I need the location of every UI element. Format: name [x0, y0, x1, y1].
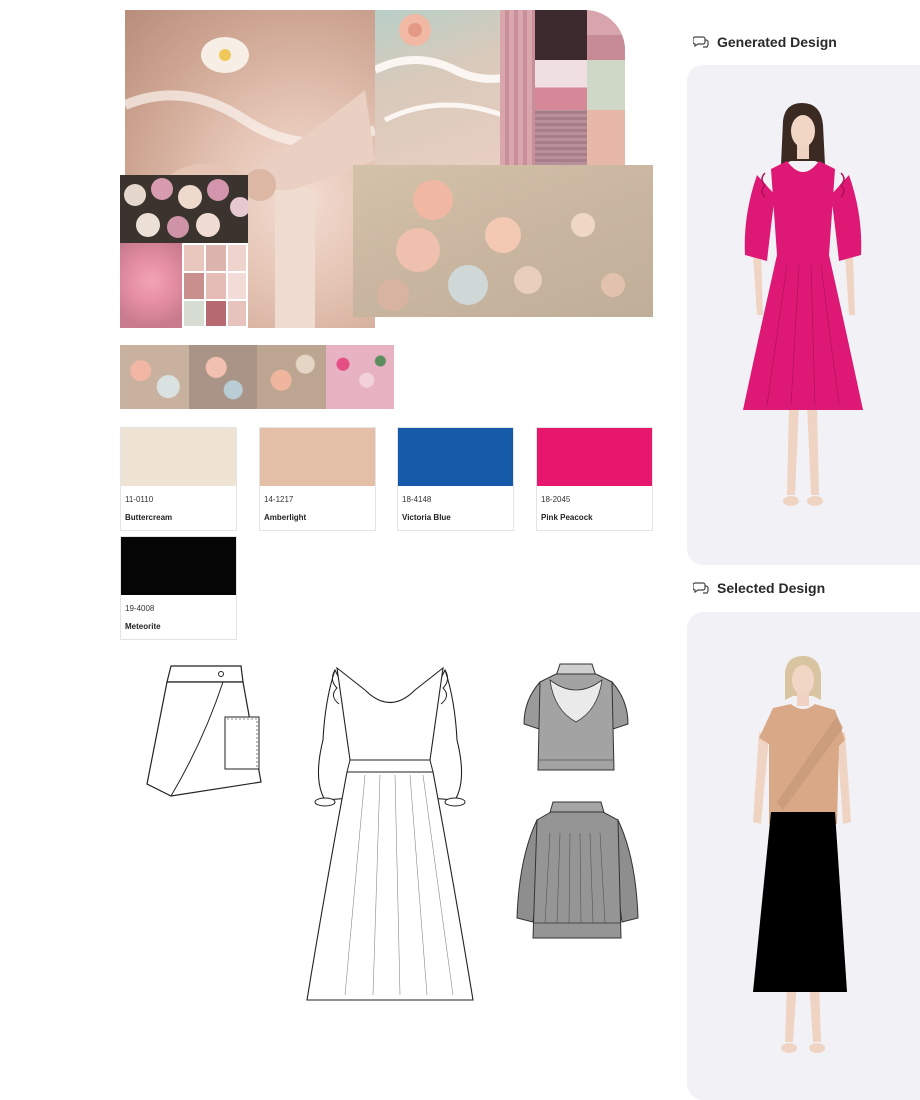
color-chip: [121, 428, 236, 486]
pattern-thumbnail[interactable]: [120, 345, 189, 409]
color-name: Meteorite: [125, 622, 161, 631]
blouse-flat-sketch: [523, 663, 629, 771]
dress-flat-sketch: [306, 666, 474, 1001]
selected-design-header: Selected Design: [693, 580, 825, 596]
moodboard-pink-swatches: [182, 243, 248, 328]
color-chip: [537, 428, 652, 486]
pleated-blouse-flat-sketch: [516, 801, 639, 939]
pattern-thumbnail[interactable]: [188, 345, 257, 409]
generated-design-title: Generated Design: [717, 34, 837, 50]
color-card[interactable]: 19-4008 Meteorite: [120, 536, 237, 640]
moodboard-mini-grid: [535, 10, 625, 165]
color-card[interactable]: 11-0110 Buttercream: [120, 427, 237, 531]
pattern-thumbnail[interactable]: [325, 345, 394, 409]
color-chip: [398, 428, 513, 486]
color-name: Pink Peacock: [541, 513, 593, 522]
pattern-thumbnail-strip: [120, 345, 394, 409]
color-card[interactable]: 18-2045 Pink Peacock: [536, 427, 653, 531]
generated-design-card[interactable]: [687, 65, 920, 565]
wrap-skirt-flat-sketch: [146, 665, 262, 797]
color-code: 18-2045: [541, 495, 571, 504]
moodboard-collage: [120, 10, 655, 330]
color-name: Buttercream: [125, 513, 173, 522]
selected-design-title: Selected Design: [717, 580, 826, 596]
color-name: Amberlight: [264, 513, 307, 522]
color-code: 18-4148: [402, 495, 432, 504]
moodboard-knit-image: [500, 10, 535, 165]
selected-design-card[interactable]: [687, 612, 920, 1100]
color-card[interactable]: 14-1217 Amberlight: [259, 427, 376, 531]
generated-design-model: [743, 103, 863, 506]
chat-bubbles-icon: [693, 582, 709, 594]
color-chip: [260, 428, 375, 486]
selected-design-model: [753, 656, 851, 1053]
color-code: 14-1217: [264, 495, 294, 504]
moodboard-carnation-image: [120, 243, 182, 328]
moodboard-floral-painting: [353, 165, 653, 317]
color-card[interactable]: 18-4148 Victoria Blue: [397, 427, 514, 531]
chat-bubbles-icon: [693, 36, 709, 48]
color-name: Victoria Blue: [402, 513, 451, 522]
color-chip: [121, 537, 236, 595]
color-code: 11-0110: [125, 495, 154, 504]
color-code: 19-4008: [125, 604, 155, 613]
generated-design-header: Generated Design: [693, 34, 837, 50]
pattern-thumbnail[interactable]: [257, 345, 326, 409]
moodboard-roses-image: [120, 175, 248, 243]
